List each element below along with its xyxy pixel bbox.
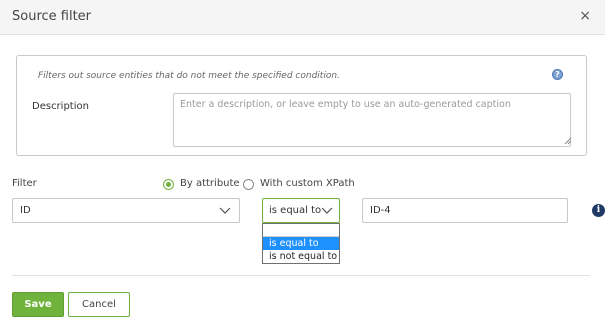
filter-hint-text: Filters out source entities that do not … [38,71,340,81]
chevron-down-icon [321,207,333,214]
footer-divider [12,275,590,276]
description-input[interactable] [173,93,571,147]
description-label: Description [32,101,89,112]
operator-select-value: is equal to [269,205,322,216]
save-button[interactable]: Save [12,292,64,317]
radio-by-attribute[interactable] [163,179,174,190]
attribute-select[interactable]: ID [12,198,240,223]
dropdown-option-is-not-equal-to[interactable]: is not equal to [263,250,339,263]
help-icon[interactable]: ? [552,69,563,80]
dialog-header: Source filter × [0,0,605,35]
chevron-down-icon [219,207,231,214]
radio-custom-xpath-label[interactable]: With custom XPath [260,178,355,189]
operator-dropdown-list: is equal to is not equal to [262,223,340,264]
description-panel: Filters out source entities that do not … [16,55,587,156]
dialog-title: Source filter [12,9,92,24]
value-input[interactable]: ID-4 [362,198,568,223]
attribute-select-value: ID [20,205,31,216]
close-icon[interactable]: × [579,8,591,24]
operator-dropdown-search[interactable] [263,224,339,237]
operator-select[interactable]: is equal to [262,198,340,223]
filter-label: Filter [12,178,37,189]
info-icon[interactable]: i [592,204,605,217]
value-input-text: ID-4 [370,205,391,216]
radio-by-attribute-label[interactable]: By attribute [180,178,240,189]
dropdown-option-is-equal-to[interactable]: is equal to [263,237,339,250]
radio-custom-xpath[interactable] [243,179,254,190]
cancel-button[interactable]: Cancel [68,292,130,317]
resize-grip-icon[interactable] [564,137,572,145]
